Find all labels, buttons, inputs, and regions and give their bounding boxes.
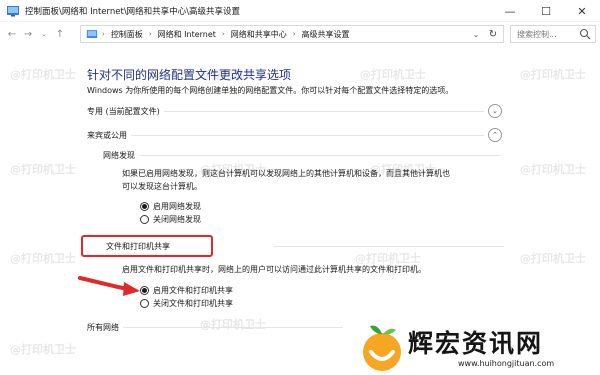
watermark: @打印机卫士 bbox=[10, 68, 76, 81]
maximize-button[interactable]: ☐ bbox=[528, 0, 564, 22]
back-arrow-icon[interactable]: ← bbox=[4, 24, 20, 44]
divider bbox=[131, 134, 484, 136]
watermark: @打印机卫士 bbox=[10, 163, 76, 176]
watermark: @打印机卫士 bbox=[360, 68, 426, 81]
main-content: @打印机卫士 @打印机卫士 @打印机卫士 @打印机卫士 @打印机卫士 @打印机卫… bbox=[0, 46, 600, 375]
radio-label[interactable]: 关闭网络发现 bbox=[153, 214, 201, 225]
profile-guest-label: 来宾或公用 bbox=[87, 129, 131, 141]
radio-button[interactable] bbox=[140, 299, 149, 308]
profile-all-networks-label: 所有网络 bbox=[87, 321, 123, 333]
file-printer-sharing-text: 启用文件和打印机共享时，网络上的用户可以访问通过此计算机共享的文件和打印机。 bbox=[122, 265, 426, 274]
breadcrumb-control-panel[interactable]: 控制面板 bbox=[111, 29, 143, 40]
search-placeholder: 搜索控制... bbox=[517, 29, 557, 39]
network-discovery-text-2: 可以发现这台计算机。 bbox=[122, 182, 202, 191]
radio-selected-dot bbox=[142, 204, 147, 209]
recent-chevron-down-icon[interactable]: ⌄ bbox=[36, 24, 52, 44]
radio-disable-discovery[interactable]: 关闭网络发现 bbox=[140, 214, 201, 225]
page-title: 针对不同的网络配置文件更改共享选项 bbox=[87, 68, 292, 82]
watermark: @打印机卫士 bbox=[520, 163, 586, 176]
logo-text: 辉宏资讯网 bbox=[408, 329, 544, 358]
address-dropdown-chevron-icon[interactable]: ⌄ bbox=[469, 26, 483, 42]
radio-enable-sharing[interactable]: 启用文件和打印机共享 bbox=[140, 285, 233, 296]
breadcrumb-network-sharing-center[interactable]: 网络和共享中心 bbox=[231, 29, 287, 40]
radio-button[interactable] bbox=[140, 202, 149, 211]
highlight-rectangle bbox=[81, 235, 213, 257]
search-icon bbox=[579, 28, 591, 40]
radio-label[interactable]: 启用文件和打印机共享 bbox=[153, 285, 233, 296]
breadcrumb-advanced-sharing[interactable]: 高级共享设置 bbox=[302, 29, 350, 40]
refresh-icon[interactable]: ↻ bbox=[485, 26, 501, 42]
watermark: @打印机卫士 bbox=[520, 68, 586, 81]
crumb-separator-icon: › bbox=[148, 30, 152, 38]
divider bbox=[274, 245, 504, 247]
logo-url: www.huihongjituan.com bbox=[458, 359, 555, 368]
watermark: @打印机卫士 bbox=[10, 343, 76, 356]
control-panel-icon bbox=[6, 5, 20, 17]
radio-disable-sharing[interactable]: 关闭文件和打印机共享 bbox=[140, 298, 233, 309]
watermark: @打印机卫士 bbox=[10, 252, 76, 265]
radio-button[interactable] bbox=[140, 286, 149, 295]
divider bbox=[163, 110, 484, 112]
address-toolbar: ← → ⌄ ↑ › 控制面板 › 网络和 Internet › 网络和共享中心 … bbox=[0, 22, 600, 46]
profile-guest-header[interactable]: 来宾或公用 ⌃ bbox=[87, 126, 502, 144]
forward-arrow-icon[interactable]: → bbox=[20, 24, 36, 44]
search-input[interactable]: 搜索控制... bbox=[510, 25, 596, 43]
divider bbox=[123, 326, 343, 328]
page-description: Windows 为你所使用的每个网络创建单独的网络配置文件。你可以针对每个配置文… bbox=[87, 86, 454, 95]
window-controls: — ☐ ✕ bbox=[492, 0, 600, 22]
radio-label[interactable]: 启用网络发现 bbox=[153, 201, 201, 212]
radio-label[interactable]: 关闭文件和打印机共享 bbox=[153, 298, 233, 309]
expand-chevron-down-icon[interactable]: ⌄ bbox=[488, 104, 502, 118]
profile-all-networks-header[interactable]: 所有网络 bbox=[87, 318, 347, 336]
breadcrumb-network-internet[interactable]: 网络和 Internet bbox=[158, 29, 216, 40]
radio-button[interactable] bbox=[140, 215, 149, 224]
close-button[interactable]: ✕ bbox=[564, 0, 600, 22]
title-bar: 控制面板\网络和 Internet\网络和共享中心\高级共享设置 — ☐ ✕ bbox=[0, 0, 600, 22]
crumb-separator-icon: › bbox=[292, 30, 296, 38]
minimize-button[interactable]: — bbox=[492, 0, 528, 22]
control-panel-small-icon bbox=[84, 26, 100, 42]
network-discovery-heading: 网络发现 bbox=[103, 150, 135, 160]
network-discovery-header: 网络发现 bbox=[103, 148, 501, 162]
up-arrow-icon[interactable]: ↑ bbox=[52, 24, 68, 44]
radio-enable-discovery[interactable]: 启用网络发现 bbox=[140, 201, 201, 212]
red-arrow-icon bbox=[78, 276, 140, 296]
address-box[interactable]: › 控制面板 › 网络和 Internet › 网络和共享中心 › 高级共享设置… bbox=[80, 25, 504, 43]
window-title: 控制面板\网络和 Internet\网络和共享中心\高级共享设置 bbox=[25, 6, 241, 17]
crumb-separator-icon: › bbox=[221, 30, 225, 38]
radio-selected-dot bbox=[142, 288, 147, 293]
network-discovery-text-1: 如果已启用网络发现，则这台计算机可以发现网络上的其他计算机和设备，而且其他计算机… bbox=[122, 169, 450, 178]
site-logo: 辉宏资讯网 www.huihongjituan.com bbox=[348, 322, 600, 375]
collapse-chevron-up-icon[interactable]: ⌃ bbox=[488, 128, 502, 142]
crumb-separator-icon: › bbox=[102, 30, 105, 38]
profile-private-header[interactable]: 专用 (当前配置文件) ⌄ bbox=[87, 102, 502, 120]
divider bbox=[139, 154, 501, 156]
watermark: @打印机卫士 bbox=[520, 252, 586, 265]
orange-fruit-logo-icon bbox=[363, 325, 401, 371]
profile-private-label: 专用 (当前配置文件) bbox=[87, 105, 164, 117]
